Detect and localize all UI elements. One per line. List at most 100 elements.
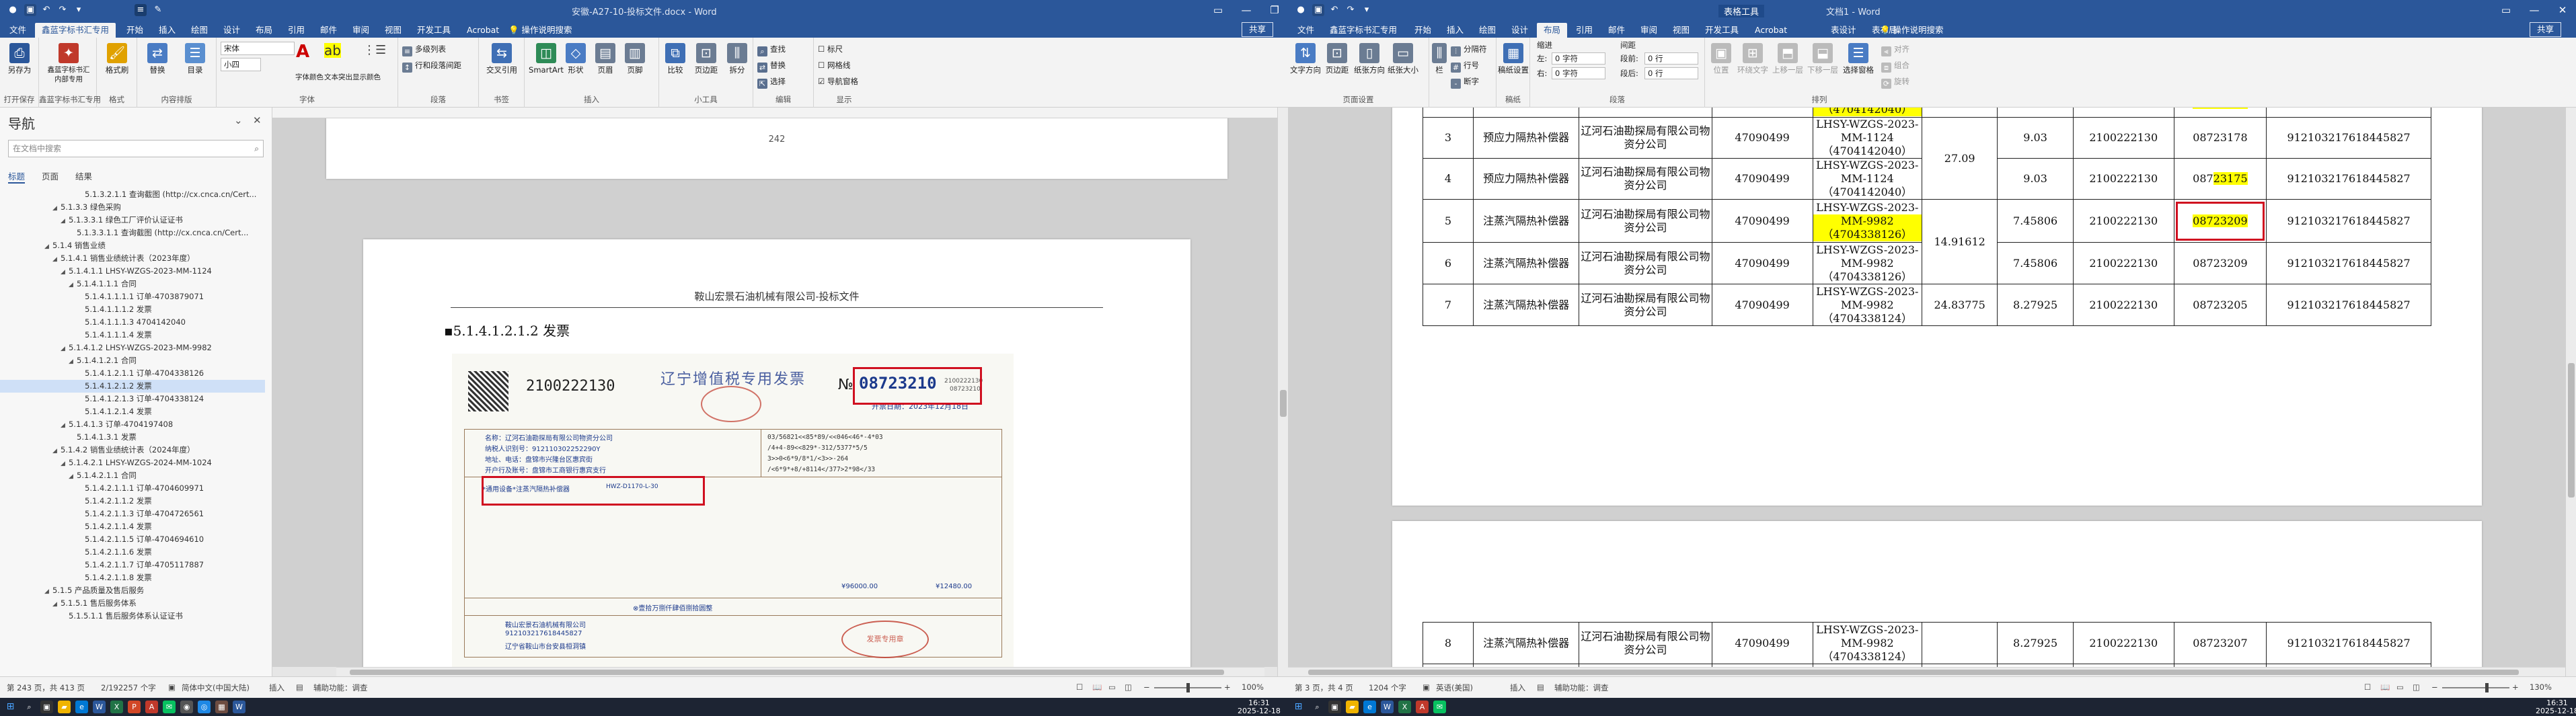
nav-item[interactable]: 5.1.4.1.2.1.2 发票 (0, 380, 265, 393)
nav-item[interactable]: 5.1.4.2.1.1.8 发票 (0, 571, 265, 584)
expand-arrow-icon[interactable]: ◢ (61, 458, 69, 469)
margins-button[interactable]: ⊡ 页边距 (690, 42, 722, 87)
tab-0[interactable]: 文件 (1291, 23, 1321, 38)
proofing-icon[interactable]: ▣ (168, 682, 176, 692)
edge-icon[interactable]: e (75, 701, 88, 713)
file-explorer-icon[interactable]: ▰ (1346, 701, 1359, 713)
line-numbers-button[interactable]: # 行号 (1451, 58, 1479, 73)
tab-13[interactable]: 表设计 (1824, 23, 1863, 38)
autosave-icon[interactable]: ● (7, 4, 19, 16)
expand-arrow-icon[interactable]: ◢ (44, 586, 52, 597)
expand-arrow-icon[interactable]: ◢ (61, 266, 69, 278)
nav-item[interactable]: ◢ 5.1.4.2.1.1 合同 (0, 469, 265, 482)
zoom-level[interactable]: 130% (2530, 682, 2552, 692)
close-icon[interactable]: ✕ (2548, 0, 2576, 20)
scroll-thumb[interactable] (1280, 390, 1287, 417)
multilevel-list-icon[interactable]: ⋮☰ (363, 43, 386, 57)
nav-item[interactable]: 5.1.4.2.1.1.1 订单-4704609971 (0, 482, 265, 495)
ribbon-display-icon[interactable]: ▭ (1204, 0, 1232, 20)
tab-6[interactable]: 布局 (249, 23, 279, 38)
toc-button[interactable]: ☰ 目录 (176, 42, 214, 87)
tab-12[interactable]: Acrobat (460, 23, 506, 38)
nav-item[interactable]: ◢ 5.1.4 销售业绩 (0, 239, 265, 252)
nav-item[interactable]: ◢ 5.1.5.1 售后服务体系 (0, 597, 265, 610)
tab-10[interactable]: 视图 (1666, 23, 1696, 38)
shapes-button[interactable]: ◇ 形状 (561, 42, 591, 87)
search-icon[interactable]: ⌕ (23, 701, 36, 713)
minimize-icon[interactable]: — (2520, 0, 2548, 20)
expand-arrow-icon[interactable]: ◢ (69, 279, 77, 290)
orientation-button[interactable]: ▯ 纸张方向 (1353, 42, 1386, 87)
font-size-box[interactable]: 小四 (221, 58, 261, 71)
print-layout-icon[interactable]: ▭ (2396, 682, 2404, 692)
status-accessibility[interactable]: 辅助功能：调查 (313, 682, 368, 693)
excel-icon[interactable]: X (110, 701, 123, 713)
nav-item[interactable]: 5.1.3.2.1.1 查询截图 (http://cx.cnca.cn/Cert… (0, 188, 265, 201)
status-page[interactable]: 第 3 页，共 4 页 (1295, 682, 1353, 693)
nav-item[interactable]: 5.1.4.2.1.1.5 订单-4704694610 (0, 533, 265, 546)
nav-tab-headings[interactable]: 标题 (8, 169, 26, 184)
powerpoint-icon[interactable]: P (128, 701, 141, 713)
share-button[interactable]: 共享 (2530, 22, 2562, 37)
nav-item[interactable]: 5.1.4.1.1.1.1 订单-4703879071 (0, 290, 265, 303)
nav-item[interactable]: 5.1.4.1.1.1.3 4704142040 (0, 316, 265, 329)
print-layout-icon[interactable]: ▭ (1108, 682, 1116, 692)
hscroll-thumb[interactable] (350, 670, 1224, 675)
draft-settings-button[interactable]: ▦ 稿纸设置 (1497, 42, 1530, 87)
save-icon[interactable]: ▣ (24, 4, 36, 16)
undo-icon[interactable]: ↶ (40, 4, 52, 16)
nav-tab-pages[interactable]: 页面 (42, 169, 59, 182)
status-insert[interactable]: 插入 (1510, 682, 1525, 693)
multilevel-list-button[interactable]: ≡ 多级列表 (402, 42, 446, 56)
selection-pane-button[interactable]: ☰ 选择窗格 (1841, 42, 1876, 87)
nav-search-input[interactable]: 在文档中搜索 ⌕ (8, 140, 264, 157)
hscroll-thumb[interactable] (1308, 670, 2519, 675)
nav-item[interactable]: 5.1.4.1.2.1.3 订单-4704338124 (0, 393, 265, 405)
align-button[interactable]: ⫷ 对齐 (1881, 42, 1909, 56)
save-icon[interactable]: ▣ (1312, 4, 1324, 16)
status-insert[interactable]: 插入 (269, 682, 285, 693)
macro-icon[interactable]: ▤ (1537, 682, 1544, 692)
expand-arrow-icon[interactable]: ◢ (52, 598, 61, 610)
web-layout-icon[interactable]: ◫ (1125, 682, 1132, 692)
tab-0[interactable]: 文件 (3, 23, 33, 38)
macro-icon[interactable]: ▤ (296, 682, 303, 692)
nav-item[interactable]: ◢ 5.1.4.2 销售业绩统计表（2024年度） (0, 444, 265, 456)
line-spacing-button[interactable]: ↕ 行和段落间距 (402, 58, 461, 73)
tab-1[interactable]: 鑫蓝字标书汇专用 (1323, 23, 1404, 38)
word-icon[interactable]: W (1381, 701, 1394, 713)
excel-icon[interactable]: X (1398, 701, 1411, 713)
nav-item[interactable]: 5.1.4.2.1.1.2 发票 (0, 495, 265, 508)
select-button[interactable]: ⇱ 选择 (757, 74, 786, 89)
nav-item[interactable]: ◢ 5.1.5 产品质量及售后服务 (0, 584, 265, 597)
nav-item[interactable]: ◢ 5.1.3.3 绿色采购 (0, 201, 265, 214)
tab-11[interactable]: 开发工具 (1698, 23, 1745, 38)
nav-item[interactable]: ◢ 5.1.4.1 销售业绩统计表（2023年度） (0, 252, 265, 265)
task-view-icon[interactable]: ▣ (1328, 701, 1341, 713)
nav-item[interactable]: 5.1.4.2.1.1.6 发票 (0, 546, 265, 559)
tab-3[interactable]: 插入 (1440, 23, 1470, 38)
status-accessibility[interactable]: 辅助功能：调查 (1554, 682, 1609, 693)
size-button[interactable]: ▭ 纸张大小 (1386, 42, 1420, 87)
nav-item[interactable]: 5.1.3.3.1.1 查询截图 (http://cx.cnca.cn/Cert… (0, 227, 265, 239)
task-view-icon[interactable]: ▣ (40, 701, 53, 713)
nav-item[interactable]: ◢ 5.1.3.3.1 绿色工厂评价认证证书 (0, 214, 265, 227)
tell-me-search[interactable]: 💡 操作说明搜索 (508, 23, 572, 38)
expand-arrow-icon[interactable]: ◢ (61, 343, 69, 354)
read-mode-icon[interactable]: 📖 (1092, 682, 1102, 692)
nav-item[interactable]: 5.1.4.1.1.1.2 发票 (0, 303, 265, 316)
focus-mode-icon[interactable]: ☐ (1076, 682, 1083, 692)
tab-9[interactable]: 审阅 (1634, 23, 1664, 38)
app-icon[interactable]: ▦ (215, 701, 228, 713)
split-button[interactable]: ⫼ 拆分 (722, 42, 752, 87)
tab-2[interactable]: 开始 (120, 23, 150, 38)
redo-icon[interactable]: ↷ (56, 4, 69, 16)
wrap-text-button[interactable]: ⊞ 环绕文字 (1736, 42, 1770, 87)
tab-4[interactable]: 绘图 (1472, 23, 1503, 38)
expand-arrow-icon[interactable]: ◢ (52, 202, 61, 214)
tab-8[interactable]: 邮件 (1601, 23, 1632, 38)
vertical-scrollbar[interactable] (2565, 108, 2576, 676)
wechat-icon[interactable]: ✉ (1433, 701, 1446, 713)
acrobat-icon[interactable]: A (1416, 701, 1429, 713)
status-language[interactable]: 简体中文(中国大陆) (182, 682, 250, 693)
